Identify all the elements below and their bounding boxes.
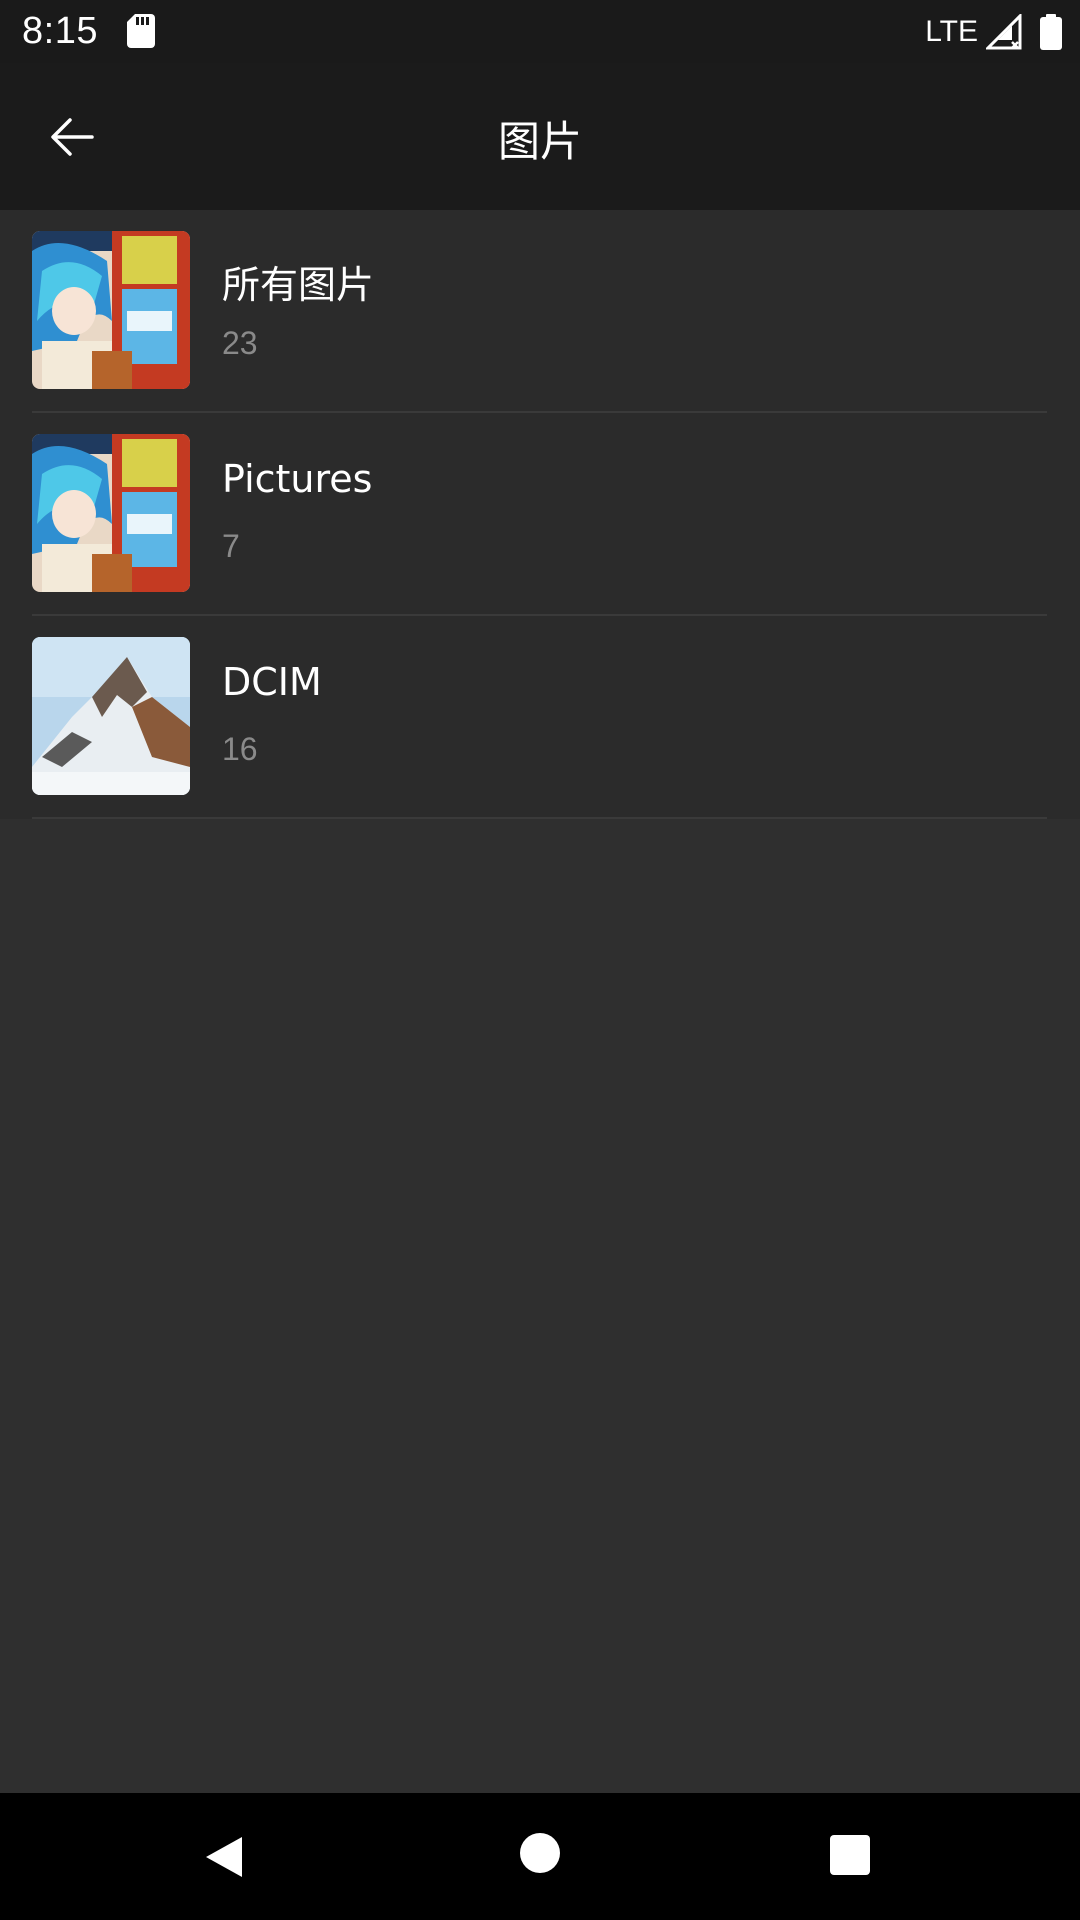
- battery-icon: [1040, 14, 1062, 50]
- sd-card-icon: [127, 14, 155, 48]
- album-name: 所有图片: [222, 263, 375, 307]
- album-list: 所有图片 23 Pictures 7 DCIM 16: [0, 210, 1080, 819]
- album-count: 16: [222, 731, 258, 767]
- album-thumbnail: [32, 434, 190, 592]
- app-bar: 图片: [0, 63, 1080, 210]
- status-bar: 8:15 LTE: [0, 0, 1080, 63]
- page-title: 图片: [497, 117, 582, 166]
- album-count: 23: [222, 325, 258, 361]
- album-item-all[interactable]: 所有图片 23: [0, 210, 1080, 413]
- status-time: 8:15: [22, 10, 98, 52]
- album-thumbnail: [32, 637, 190, 795]
- nav-home-icon[interactable]: [520, 1833, 560, 1873]
- network-type: LTE: [925, 15, 978, 48]
- status-icons: LTE: [925, 12, 1062, 52]
- album-name: Pictures: [222, 457, 373, 501]
- signal-icon: [986, 14, 1022, 50]
- album-item-pictures[interactable]: Pictures 7: [0, 413, 1080, 616]
- album-item-dcim[interactable]: DCIM 16: [0, 616, 1080, 819]
- album-thumbnail: [32, 231, 190, 389]
- nav-recents-icon[interactable]: [830, 1835, 870, 1875]
- system-nav-bar: [0, 1793, 1080, 1920]
- album-name: DCIM: [222, 660, 322, 704]
- divider: [32, 817, 1047, 819]
- album-count: 7: [222, 528, 240, 564]
- nav-back-icon[interactable]: [200, 1833, 248, 1881]
